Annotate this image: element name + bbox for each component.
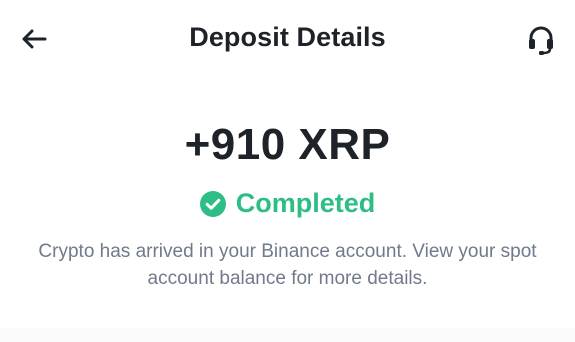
deposit-message: Crypto has arrived in your Binance accou…	[38, 241, 537, 289]
page-title: Deposit Details	[189, 22, 386, 52]
headset-icon	[529, 26, 553, 55]
arrow-left-icon	[22, 29, 47, 49]
back-button[interactable]	[16, 24, 52, 54]
header-bar: Deposit Details	[0, 0, 575, 80]
customer-support-button[interactable]	[522, 22, 560, 58]
deposit-amount: +910 XRP	[184, 120, 391, 169]
section-divider	[0, 328, 575, 342]
check-circle-icon	[199, 190, 226, 217]
status-row: Completed	[0, 188, 575, 219]
status-badge: Completed	[235, 188, 376, 218]
